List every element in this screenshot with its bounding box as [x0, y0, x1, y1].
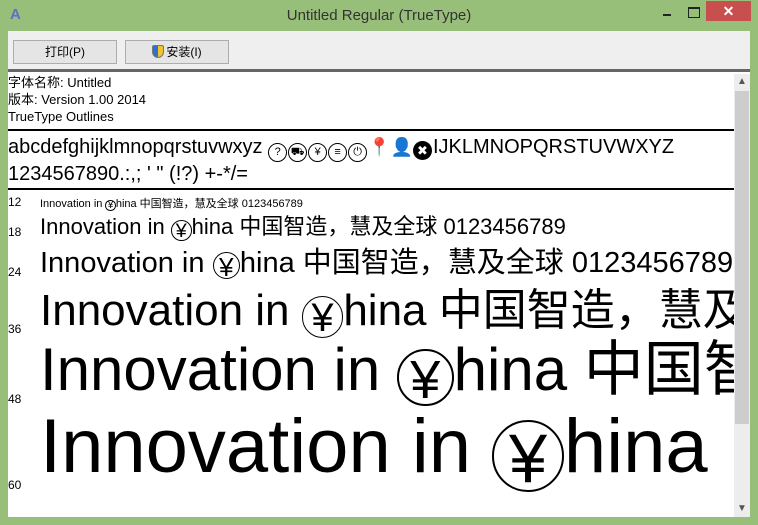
yen-circle-icon: ¥	[170, 219, 192, 241]
sample-row: 24 Innovation in ¥ hina 中国智造，慧及全球 01234567…	[8, 247, 734, 281]
font-info: 字体名称: Untitled 版本: Version 1.00 2014 Tru…	[8, 74, 146, 125]
yen-circle-icon: ¥	[492, 420, 564, 494]
size-label: 60	[8, 478, 22, 492]
size-label: 12	[8, 195, 22, 209]
install-button[interactable]: 安装(I)	[125, 40, 229, 64]
size-label: 48	[8, 392, 22, 406]
size-label: 18	[8, 225, 22, 239]
install-label: 安装(I)	[166, 45, 202, 59]
divider	[8, 129, 734, 131]
user-icon: 👤	[390, 137, 413, 157]
car-icon: ⛟	[288, 143, 308, 162]
list-icon: ≡	[328, 143, 348, 162]
font-name: 字体名称: Untitled	[8, 75, 112, 90]
sample-row: 12 Innovation in ¥ hina 中国智造，慧及全球 01234567…	[8, 195, 303, 211]
scroll-down-icon[interactable]: ▼	[734, 501, 750, 517]
toolbar: 打印(P) 安装(I)	[8, 31, 750, 72]
yen-circle-icon: ¥	[212, 251, 240, 281]
yen-circle-icon: ¥	[396, 349, 454, 408]
yen-circle-icon: ¥	[301, 295, 344, 338]
sample-row: 60Innovation in ¥hina 中国智造，慧及全球 01234567…	[8, 408, 734, 494]
map-pin-icon: 📍	[368, 137, 391, 157]
close-button[interactable]: ✕	[706, 1, 751, 21]
digits-punctuation: 1234567890.:,; ' " (!?) +-*/=	[8, 163, 248, 185]
print-button[interactable]: 打印(P)	[13, 40, 117, 64]
close-circle-icon: ✖	[412, 141, 432, 160]
scrollbar-thumb[interactable]	[735, 91, 749, 424]
size-label: 24	[8, 265, 22, 279]
window-title: Untitled Regular (TrueType)	[286, 7, 472, 24]
sample-row: 36Innovation in ¥hina 中国智造，慧及全球 01234567…	[8, 286, 734, 338]
vertical-scrollbar[interactable]: ▲ ▼	[734, 74, 750, 517]
size-label: 36	[8, 322, 22, 336]
font-preview-window: 打印(P) 安装(I) 字体名称: Untitled 版本: Version 1…	[8, 31, 750, 517]
title-bar: A Untitled Regular (TrueType) ✕	[0, 0, 758, 31]
question-icon: ?	[268, 143, 288, 162]
uppercase-letters: IJKLMNOPQRSTUVWXYZ	[432, 136, 675, 158]
lowercase-letters: abcdefghijklmnopqrstuvwxyz	[8, 136, 263, 158]
sample-row: 18 Innovation in ¥ hina 中国智造，慧及全球 01234567…	[8, 214, 566, 241]
power-icon: ⏻	[348, 143, 368, 162]
yen-icon: ¥	[308, 143, 328, 162]
scroll-up-icon[interactable]: ▲	[734, 74, 750, 90]
uac-shield-icon	[152, 45, 165, 58]
minimize-button[interactable]	[656, 4, 684, 24]
character-set: abcdefghijklmnopqrstuvwxyz ? ⛟ ¥ ≡ ⏻ 📍👤 ✖ IJKLM…	[8, 135, 674, 187]
print-label: 打印(P)	[45, 45, 85, 59]
sample-row: 48Innovation in ¥hina 中国智造，慧及全球 01234567…	[8, 338, 734, 408]
divider	[8, 188, 734, 190]
yen-circle-icon: ¥	[105, 200, 116, 211]
font-version: 版本: Version 1.00 2014	[8, 92, 147, 107]
font-outlines: TrueType Outlines	[8, 109, 114, 124]
